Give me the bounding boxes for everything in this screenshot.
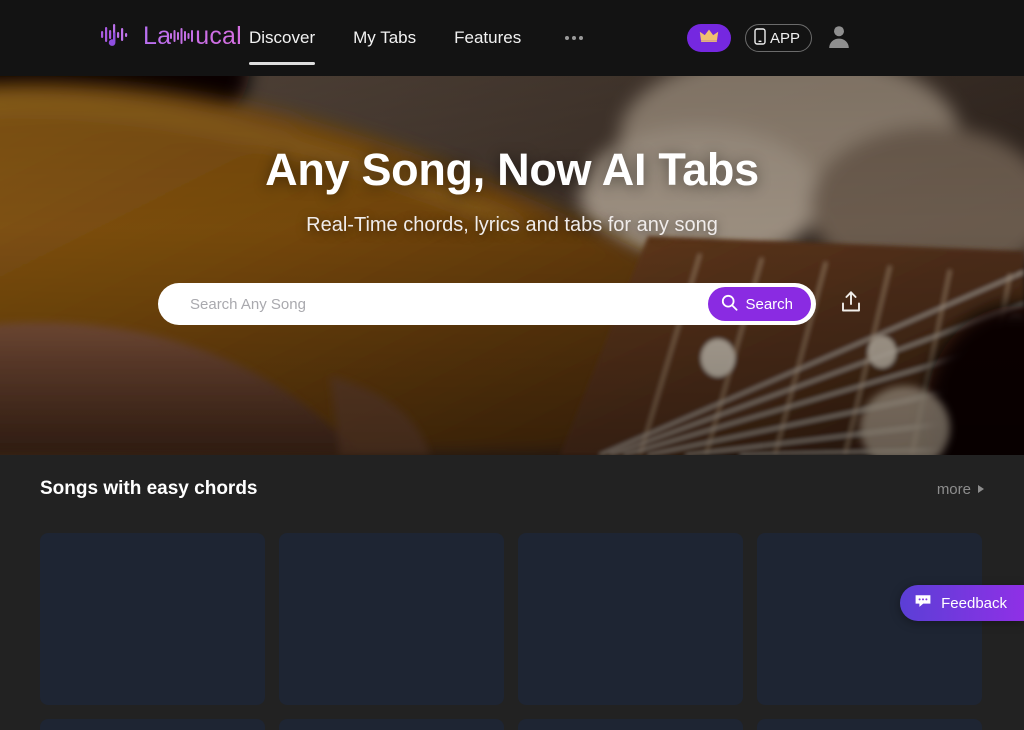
nav-label: Features (454, 28, 522, 47)
audio-waveform-icon (100, 22, 134, 53)
section-header: Songs with easy chords more (40, 478, 984, 500)
ellipsis-icon (565, 36, 584, 40)
more-label: more (936, 480, 971, 498)
search-icon (721, 294, 738, 315)
search-input[interactable] (158, 295, 709, 313)
nav-label: My Tabs (353, 28, 417, 47)
hero-title: Any Song, Now AI Tabs (265, 144, 759, 195)
app-button-label: APP (769, 29, 800, 47)
song-card-placeholder[interactable] (279, 719, 504, 730)
section-title: Songs with easy chords (40, 478, 258, 499)
hero-subtitle: Real-Time chords, lyrics and tabs for an… (306, 214, 718, 236)
speech-bubble-icon (914, 593, 932, 613)
song-card-placeholder[interactable] (757, 719, 982, 730)
song-card-placeholder[interactable] (279, 533, 504, 705)
user-avatar-button[interactable] (826, 25, 852, 51)
main-nav: Discover My Tabs Features (249, 0, 584, 76)
song-card-placeholder[interactable] (40, 533, 265, 705)
nav-item-features[interactable]: Features (454, 0, 521, 76)
user-avatar-icon (826, 23, 852, 54)
nav-label: Discover (249, 28, 316, 47)
feedback-button[interactable]: Feedback (900, 585, 1024, 621)
song-card-placeholder[interactable] (518, 533, 743, 705)
song-card-grid (40, 533, 984, 730)
search-button-label: Search (745, 295, 793, 313)
feedback-label: Feedback (941, 594, 1007, 612)
nav-item-my-tabs[interactable]: My Tabs (353, 0, 416, 76)
mobile-phone-icon (754, 27, 766, 49)
top-navigation-bar: La ucal Discover My Tabs Features APP (0, 0, 1024, 76)
upload-icon (838, 289, 864, 320)
search-button[interactable]: Search (708, 287, 811, 321)
site-logo-text: La ucal (143, 22, 242, 53)
triangle-right-icon (978, 485, 984, 493)
hero-banner: Any Song, Now AI Tabs Real-Time chords, … (0, 76, 1024, 455)
nav-overflow-menu-button[interactable] (565, 0, 584, 76)
logo-inline-waveform-icon (170, 24, 196, 53)
nav-item-discover[interactable]: Discover (249, 0, 316, 76)
crown-icon (699, 28, 719, 48)
page-root: La ucal Discover My Tabs Features APP An… (0, 0, 1024, 730)
song-card-placeholder[interactable] (518, 719, 743, 730)
upload-audio-button[interactable] (836, 289, 866, 319)
app-download-button[interactable]: APP (744, 24, 812, 52)
search-box: Search (158, 283, 816, 325)
song-card-placeholder[interactable] (40, 719, 265, 730)
vip-upgrade-button[interactable] (686, 24, 731, 52)
hero-search-row: Search (158, 283, 866, 325)
hero-content: Any Song, Now AI Tabs Real-Time chords, … (0, 76, 1024, 455)
header-actions: APP (686, 0, 852, 76)
site-logo[interactable]: La ucal (100, 22, 242, 53)
section-more-link[interactable]: more (937, 481, 984, 498)
